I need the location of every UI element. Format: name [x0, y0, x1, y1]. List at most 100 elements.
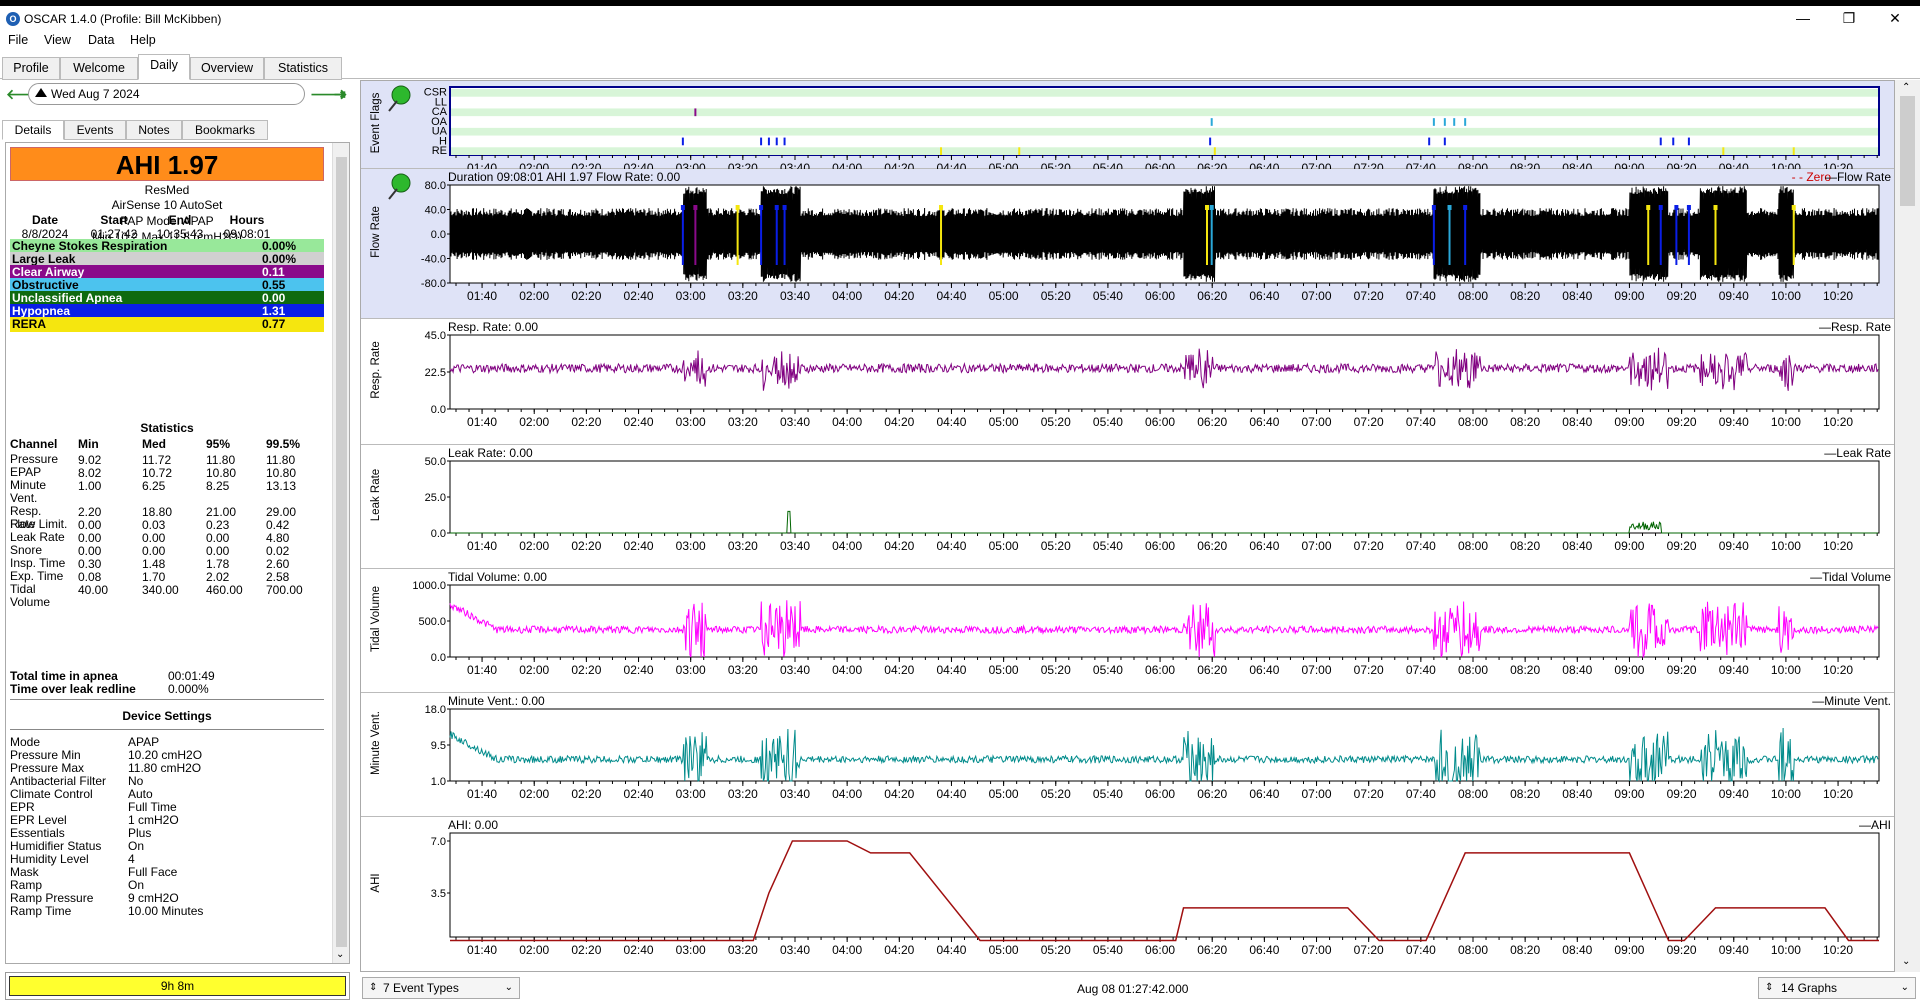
y-tick-label: 50.0 — [425, 456, 446, 468]
x-tick-label: 06:00 — [1145, 787, 1175, 801]
plot-resp-rate[interactable]: 01:40 02:00 02:20 02:40 03:00 03:20 03:40 04:00… — [361, 319, 1895, 445]
x-tick-label: 02:40 — [624, 415, 654, 429]
subtab-notes[interactable]: Notes — [126, 120, 182, 140]
plot-frame — [449, 832, 1880, 938]
total-value: 00:01:49 — [168, 669, 215, 683]
plot-flow-rate[interactable]: 01:40 02:00 02:20 02:40 03:00 03:20 03:40 04:00… — [361, 169, 1895, 319]
date-picker[interactable]: Wed Aug 7 2024 — [28, 83, 305, 105]
x-tick-label: 03:00 — [676, 289, 706, 303]
x-tick-label: 08:20 — [1510, 943, 1540, 957]
tab-daily[interactable]: Daily — [138, 54, 190, 80]
tab-profile[interactable]: Profile — [2, 57, 60, 80]
x-tick-label: 05:20 — [1041, 787, 1071, 801]
x-tick-label: 10:00 — [1771, 161, 1801, 169]
x-tick-label: 08:20 — [1510, 289, 1540, 303]
x-tick-label: 07:00 — [1302, 943, 1332, 957]
stats-value: 2.20 — [78, 505, 102, 519]
oscar-icon: O — [6, 12, 20, 26]
scroll-up-icon[interactable]: ⌃ — [1902, 82, 1910, 93]
x-tick-label: 10:00 — [1771, 415, 1801, 429]
x-tick-label: 09:20 — [1667, 943, 1697, 957]
setting-value: 9 cmH2O — [128, 891, 179, 905]
x-tick-label: 03:20 — [728, 943, 758, 957]
event-name: Hypopnea — [12, 304, 71, 318]
plot-ahi[interactable]: 01:40 02:00 02:20 02:40 03:00 03:20 03:40 04:00… — [361, 817, 1895, 972]
plot-leak-rate[interactable]: 01:40 02:00 02:20 02:40 03:00 03:20 03:40 04:00… — [361, 445, 1895, 569]
setting-name: Ramp Pressure — [10, 891, 94, 905]
flag-label: RE — [432, 145, 447, 157]
details-panel: AHI 1.97 ResMed AirSense 10 AutoSet PAP … — [5, 142, 350, 964]
scroll-thumb[interactable] — [1900, 96, 1915, 206]
x-tick-label: 02:20 — [571, 663, 601, 677]
x-tick-label: 06:40 — [1249, 663, 1279, 677]
x-tick-label: 07:00 — [1302, 539, 1332, 553]
x-tick-label: 07:20 — [1354, 289, 1384, 303]
menu-view[interactable]: View — [44, 33, 71, 47]
scroll-thumb[interactable] — [336, 157, 347, 947]
scroll-down-icon[interactable]: ⌄ — [1902, 956, 1910, 967]
x-tick-label: 02:00 — [519, 289, 549, 303]
subtab-bookmarks[interactable]: Bookmarks — [182, 120, 268, 140]
duration-bar: 9h 8m — [5, 972, 350, 1000]
x-tick-label: 08:20 — [1510, 663, 1540, 677]
total-value: 0.000% — [168, 682, 209, 696]
tab-statistics[interactable]: Statistics — [264, 57, 342, 80]
pin-icon[interactable] — [391, 173, 411, 193]
stats-header: Channel — [10, 437, 58, 451]
pin-icon[interactable] — [391, 85, 411, 105]
x-tick-label: 07:00 — [1302, 289, 1332, 303]
stats-value: 13.13 — [266, 479, 297, 493]
x-tick-label: 07:40 — [1406, 787, 1436, 801]
x-tick-label: 07:40 — [1406, 161, 1436, 169]
menu-help[interactable]: Help — [130, 33, 156, 47]
x-tick-label: 01:40 — [467, 161, 497, 169]
event-types-dropdown[interactable]: ⇕ 7 Event Types ⌄ — [362, 977, 520, 999]
x-tick-label: 10:20 — [1823, 415, 1853, 429]
x-tick-label: 05:00 — [989, 943, 1019, 957]
graph-area[interactable]: Event Flags 01:40 02:00 02:20 02:40 03:00 03:2… — [360, 80, 1895, 972]
x-tick-label: 08:00 — [1458, 539, 1488, 553]
x-tick-label: 09:20 — [1667, 415, 1697, 429]
last-day-arrow-icon[interactable]: ⇥ — [334, 86, 346, 103]
x-tick-label: 06:40 — [1249, 943, 1279, 957]
x-tick-label: 03:40 — [780, 289, 810, 303]
graphs-dropdown[interactable]: ⇕ 14 Graphs ⌄ — [1758, 977, 1916, 999]
statistics-title: Statistics — [140, 421, 194, 435]
scroll-down-icon[interactable]: ⌄ — [336, 949, 344, 960]
subtab-events[interactable]: Events — [64, 120, 126, 140]
menu-data[interactable]: Data — [88, 33, 114, 47]
plot-tidal-volume[interactable]: 01:40 02:00 02:20 02:40 03:00 03:20 03:40 04:00… — [361, 569, 1895, 693]
plot-event-flags[interactable]: 01:40 02:00 02:20 02:40 03:00 03:20 03:40 04:00… — [361, 81, 1895, 169]
graph-tidal-volume: Tidal Volume Tidal Volume: 0.00 —Tidal Vol… — [361, 569, 1895, 693]
event-name: Unclassified Apnea — [12, 291, 123, 305]
tab-overview[interactable]: Overview — [190, 57, 264, 80]
x-tick-label: 01:40 — [467, 415, 497, 429]
plot-minute-vent[interactable]: 01:40 02:00 02:20 02:40 03:00 03:20 03:40 04:00… — [361, 693, 1895, 817]
x-tick-label: 02:40 — [624, 943, 654, 957]
subtab-details[interactable]: Details — [2, 120, 64, 140]
x-tick-label: 03:40 — [780, 539, 810, 553]
stats-value: 1.78 — [206, 557, 230, 571]
x-tick-label: 05:00 — [989, 415, 1019, 429]
x-tick-label: 07:20 — [1354, 539, 1384, 553]
x-tick-label: 06:00 — [1145, 663, 1175, 677]
menu-file[interactable]: File — [8, 33, 28, 47]
x-tick-label: 05:40 — [1093, 539, 1123, 553]
stats-value: 8.25 — [206, 479, 230, 493]
y-tick-label: 1.0 — [431, 776, 446, 788]
event-row: RERA 0.77 — [10, 317, 324, 332]
stats-value: 8.02 — [78, 466, 102, 480]
minimize-button[interactable]: — — [1780, 8, 1826, 30]
close-button[interactable]: ✕ — [1872, 8, 1918, 30]
flow-event-marker-head — [1686, 205, 1691, 210]
restore-button[interactable]: ❐ — [1826, 8, 1872, 30]
x-tick-label: 07:00 — [1302, 663, 1332, 677]
calendar-toggle-icon[interactable] — [35, 88, 47, 97]
setting-name: Humidifier Status — [10, 839, 102, 853]
x-tick-label: 03:00 — [676, 415, 706, 429]
ahi-summary: AHI 1.97 — [10, 147, 324, 181]
tab-welcome[interactable]: Welcome — [60, 57, 138, 80]
graph-scrollbar[interactable]: ⌃ ⌄ — [1895, 80, 1920, 972]
left-scrollbar[interactable]: ⌄ — [332, 143, 349, 963]
stats-value: 0.00 — [78, 544, 102, 558]
